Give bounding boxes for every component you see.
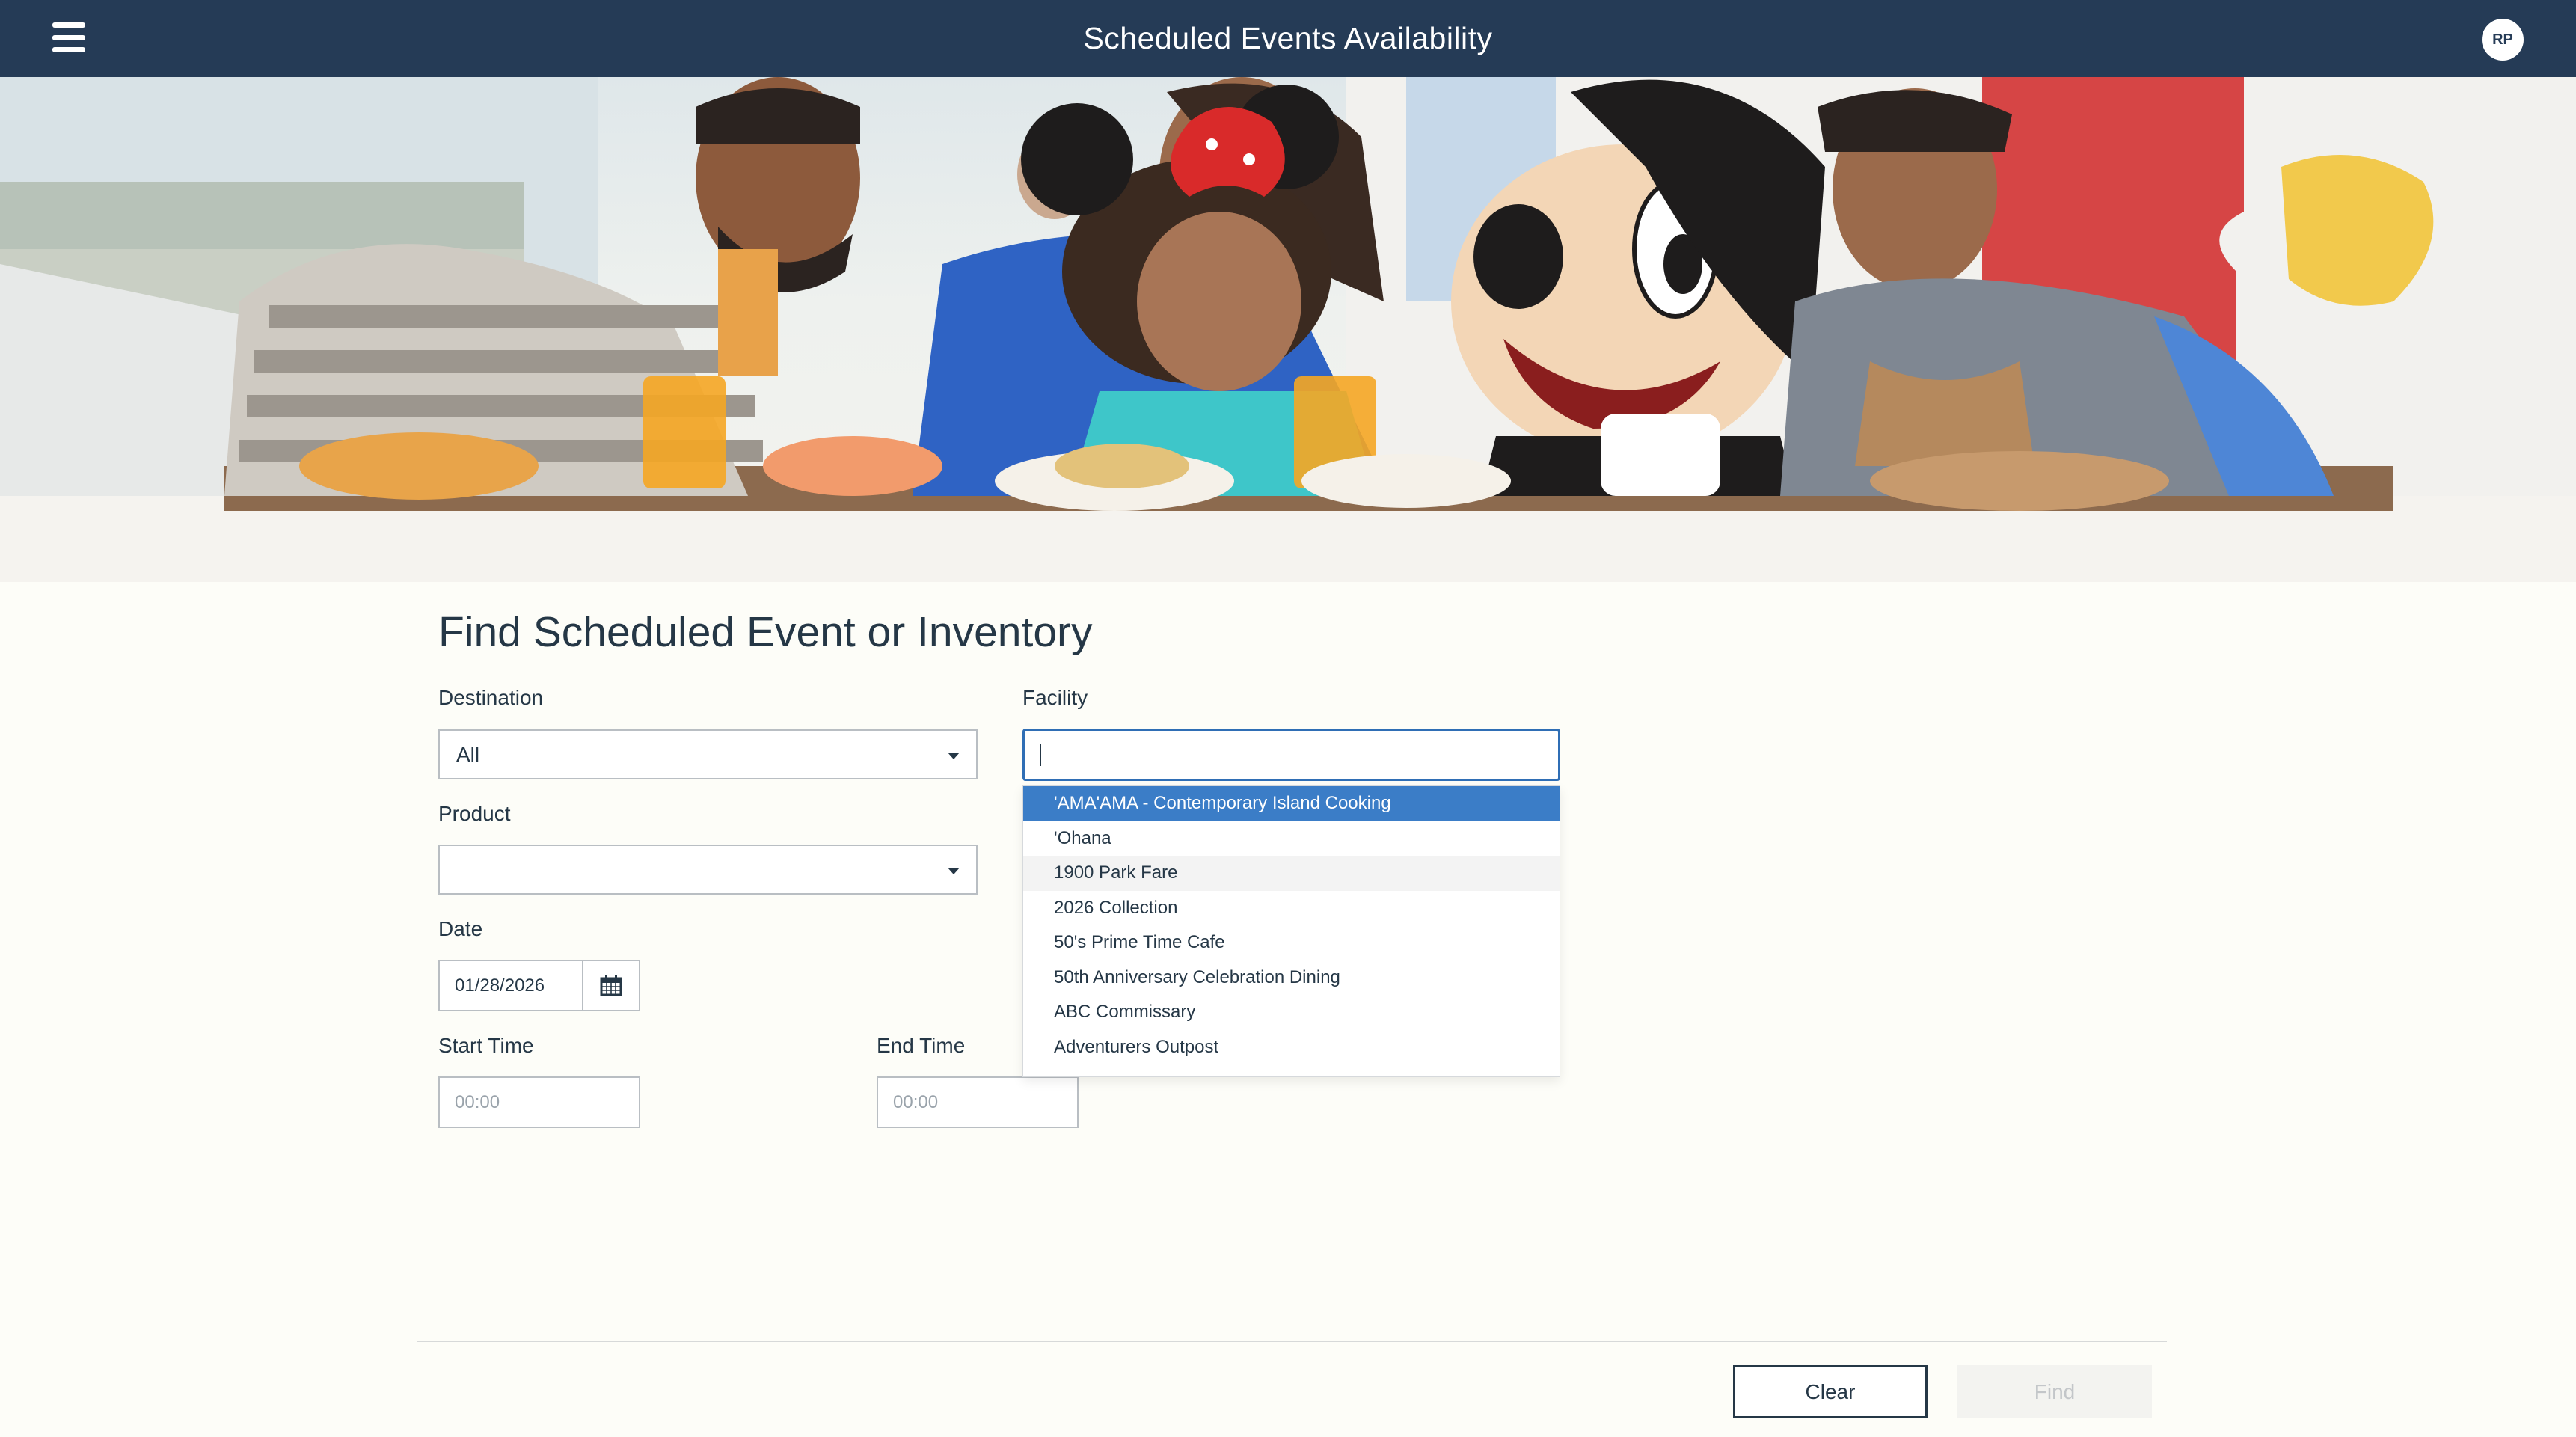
find-button[interactable]: Find xyxy=(1957,1365,2152,1418)
footer-divider xyxy=(417,1341,2167,1342)
page-title: Find Scheduled Event or Inventory xyxy=(438,608,1093,656)
dropdown-option[interactable]: 'Ohana xyxy=(1023,821,1560,857)
date-input[interactable] xyxy=(438,960,582,1011)
hero-illustration xyxy=(0,77,2576,582)
dropdown-option[interactable]: 50th Anniversary Celebration Dining xyxy=(1023,960,1560,996)
header-title: Scheduled Events Availability xyxy=(1083,21,1493,55)
calendar-icon xyxy=(600,975,622,996)
start-time-label: Start Time xyxy=(438,1034,534,1057)
dropdown-option[interactable]: 50's Prime Time Cafe xyxy=(1023,925,1560,960)
end-time-label: End Time xyxy=(877,1034,966,1057)
product-select[interactable] xyxy=(438,845,978,895)
avatar[interactable]: RP xyxy=(2482,19,2524,61)
destination-select[interactable]: All xyxy=(438,729,978,779)
destination-value: All xyxy=(456,742,480,766)
destination-label: Destination xyxy=(438,686,544,709)
product-label: Product xyxy=(438,802,511,825)
calendar-button[interactable] xyxy=(582,960,640,1011)
text-caret xyxy=(1040,744,1041,766)
dropdown-option[interactable]: 1900 Park Fare xyxy=(1023,856,1560,891)
start-time-input[interactable] xyxy=(438,1076,640,1128)
dropdown-option[interactable]: 'AMA'AMA - Contemporary Island Cooking xyxy=(1023,786,1560,821)
facility-dropdown-list[interactable]: 'AMA'AMA - Contemporary Island Cooking '… xyxy=(1022,785,1560,1077)
app-header: Scheduled Events Availability RP xyxy=(0,0,2576,77)
caret-down-icon xyxy=(948,868,960,874)
clear-button[interactable]: Clear xyxy=(1733,1365,1928,1418)
dropdown-option[interactable]: ABC Commissary xyxy=(1023,995,1560,1030)
facility-input[interactable] xyxy=(1022,729,1560,781)
dropdown-option[interactable]: Adventurers Outpost xyxy=(1023,1030,1560,1065)
facility-label: Facility xyxy=(1022,686,1088,709)
dropdown-option[interactable]: 2026 Collection xyxy=(1023,891,1560,926)
caret-down-icon xyxy=(948,753,960,759)
hero-banner-image xyxy=(0,77,2576,582)
date-label: Date xyxy=(438,917,483,940)
end-time-input[interactable] xyxy=(877,1076,1079,1128)
hamburger-menu-icon[interactable] xyxy=(52,22,85,52)
